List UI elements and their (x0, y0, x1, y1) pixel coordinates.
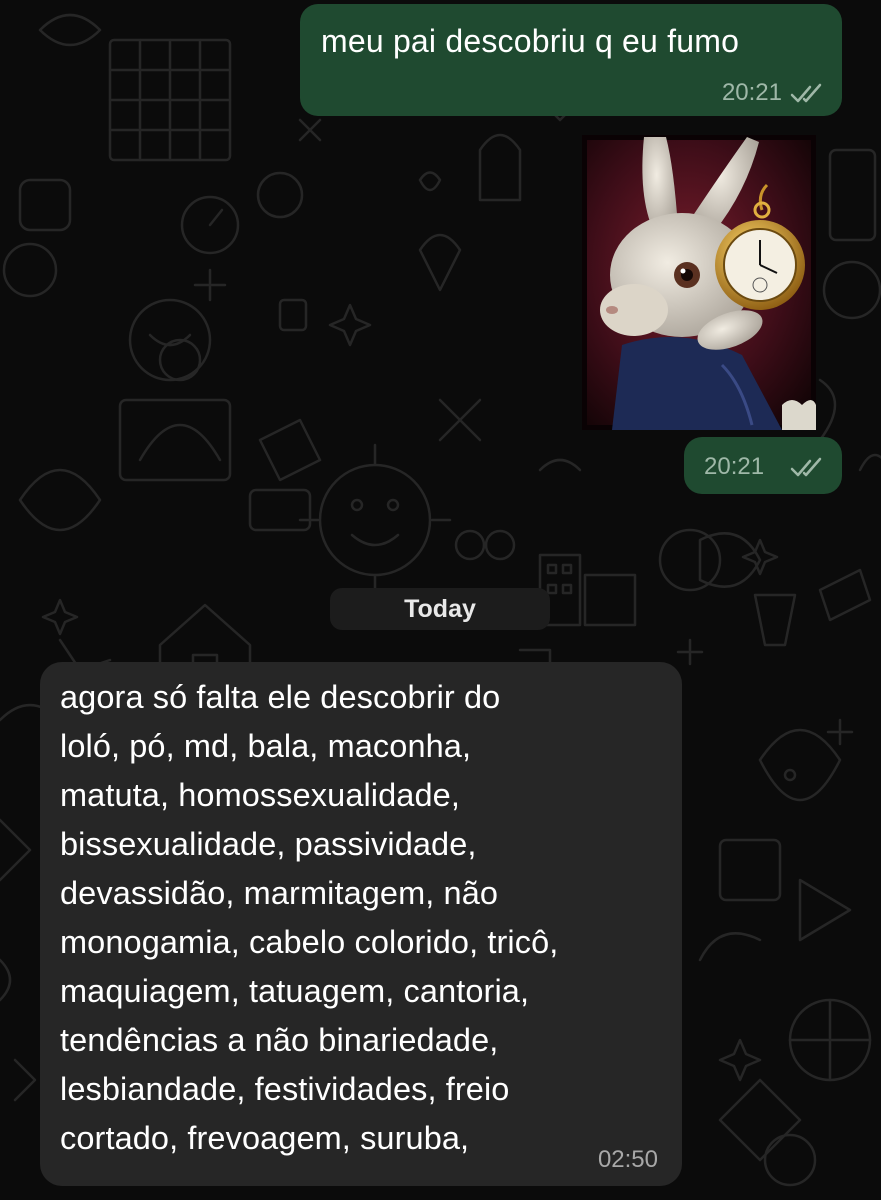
message-text-line: loló, pó, md, bala, maconha, (60, 728, 472, 764)
date-separator: Today (330, 588, 550, 630)
chat-window: meu pai descobriu q eu fumo 20:21 20:21 … (0, 0, 881, 1200)
message-timestamp: 02:50 (597, 1146, 658, 1173)
outgoing-message-bubble[interactable]: meu pai descobriu q eu fumo 20:21 (300, 4, 842, 116)
message-text-line: monogamia, cabelo colorido, tricô, (60, 924, 559, 960)
message-text-line: cortado, frevoagem, suruba, (60, 1120, 470, 1156)
message-text: meu pai descobriu q eu fumo (321, 23, 740, 59)
image-timestamp-bubble: 20:21 (684, 437, 842, 494)
incoming-message-bubble[interactable]: agora só falta ele descobrir do loló, pó… (40, 662, 682, 1186)
white-rabbit-pocket-watch-image[interactable] (582, 135, 816, 430)
message-timestamp: 20:21 (721, 79, 782, 106)
message-text-line: tendências a não binariedade, (60, 1022, 499, 1058)
message-text-line: devassidão, marmitagem, não (60, 875, 499, 911)
message-text-line: bissexualidade, passividade, (60, 826, 477, 862)
message-text-line: lesbiandade, festividades, freio (60, 1071, 510, 1107)
message-text-line: matuta, homossexualidade, (60, 777, 460, 813)
message-text-line: agora só falta ele descobrir do (60, 679, 501, 715)
double-check-read-icon (790, 83, 822, 103)
message-timestamp: 20:21 (704, 453, 765, 480)
double-check-read-icon (790, 457, 822, 477)
message-text-line: maquiagem, tatuagem, cantoria, (60, 973, 530, 1009)
